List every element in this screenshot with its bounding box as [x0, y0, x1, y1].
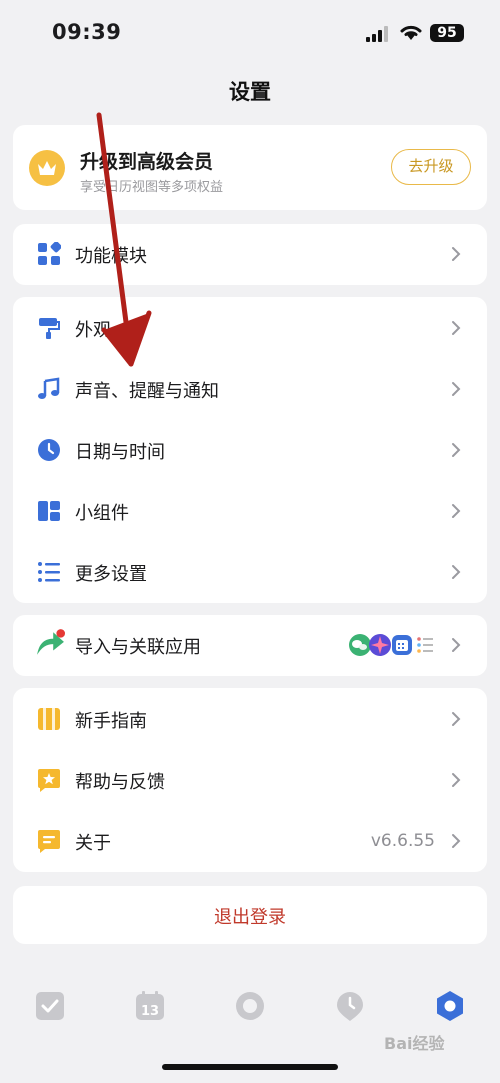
app-version: v6.6.55 — [370, 831, 435, 851]
star-message-icon — [38, 769, 60, 792]
watermark: Bai经验 — [384, 1034, 445, 1053]
share-arrow-icon — [37, 629, 65, 655]
row-label-appearance: 外观 — [75, 320, 111, 341]
chevron-right-icon — [452, 712, 461, 726]
chevron-right-icon — [452, 382, 461, 396]
settings-row-widgets[interactable]: 小组件 — [13, 481, 487, 542]
settings-row-appearance[interactable]: 外观 — [13, 298, 487, 359]
status-time: 09:39 — [52, 20, 122, 44]
chevron-right-icon — [452, 321, 461, 335]
logout-button[interactable]: 退出登录 — [13, 886, 487, 944]
row-label-sound: 声音、提醒与通知 — [75, 381, 219, 402]
battery-indicator: 95 — [430, 24, 464, 42]
tab-settings-hexagon-icon[interactable] — [434, 990, 466, 1022]
wifi-icon — [400, 25, 422, 40]
row-label-more: 更多设置 — [75, 564, 147, 585]
premium-card[interactable]: 升级到高级会员 享受日历视图等多项权益 去升级 — [13, 125, 487, 210]
help-card: 新手指南 帮助与反馈 关于 v6.6.55 — [13, 688, 487, 872]
svg-text:13: 13 — [141, 1004, 159, 1019]
settings-row-more[interactable]: 更多设置 — [13, 542, 487, 603]
list-icon — [38, 562, 60, 582]
row-label-help: 帮助与反馈 — [75, 772, 165, 793]
paint-roller-icon — [39, 318, 60, 339]
settings-row-import[interactable]: 导入与关联应用 — [13, 615, 487, 676]
info-message-icon — [38, 830, 60, 853]
tab-tasks-checkbox-icon[interactable] — [34, 990, 66, 1022]
settings-row-modules[interactable]: 功能模块 — [13, 224, 487, 285]
music-note-icon — [38, 377, 60, 399]
chevron-right-icon — [452, 565, 461, 579]
premium-subtitle: 享受日历视图等多项权益 — [80, 180, 224, 195]
widgets-icon — [38, 501, 60, 521]
tab-bar: 13 — [0, 985, 500, 1035]
row-label-datetime: 日期与时间 — [75, 442, 165, 463]
import-card: 导入与关联应用 — [13, 615, 487, 676]
settings-row-guide[interactable]: 新手指南 — [13, 689, 487, 750]
premium-title: 升级到高级会员 — [80, 151, 214, 173]
modules-card: 功能模块 — [13, 224, 487, 285]
tab-focus-circle-icon[interactable] — [234, 990, 266, 1022]
status-bar: 09:39 95 — [0, 0, 500, 70]
chevron-right-icon — [452, 773, 461, 787]
crown-icon — [29, 150, 65, 186]
settings-row-datetime[interactable]: 日期与时间 — [13, 420, 487, 481]
chevron-right-icon — [452, 834, 461, 848]
settings-row-sound[interactable]: 声音、提醒与通知 — [13, 359, 487, 420]
logout-label: 退出登录 — [214, 907, 286, 928]
tab-clock-pin-icon[interactable] — [334, 990, 366, 1022]
upgrade-button[interactable]: 去升级 — [391, 149, 471, 185]
row-label-widgets: 小组件 — [75, 503, 129, 524]
chevron-right-icon — [452, 638, 461, 652]
settings-card: 外观 声音、提醒与通知 日期与时间 小组件 更多设置 — [13, 297, 487, 603]
book-icon — [38, 708, 60, 730]
row-label-import: 导入与关联应用 — [75, 637, 201, 658]
chevron-right-icon — [452, 247, 461, 261]
chevron-right-icon — [452, 443, 461, 457]
settings-row-help[interactable]: 帮助与反馈 — [13, 750, 487, 811]
row-label-modules: 功能模块 — [75, 246, 147, 267]
grid-icon — [38, 242, 61, 265]
row-label-guide: 新手指南 — [75, 711, 147, 732]
linked-apps-icons — [349, 633, 439, 657]
chevron-right-icon — [452, 504, 461, 518]
tab-calendar-icon[interactable]: 13 — [134, 990, 166, 1022]
clock-icon — [38, 439, 60, 461]
row-label-about: 关于 — [75, 833, 111, 854]
cellular-signal-icon — [366, 26, 388, 42]
settings-row-about[interactable]: 关于 v6.6.55 — [13, 811, 487, 872]
page-title: 设置 — [229, 80, 271, 104]
home-indicator — [162, 1064, 338, 1070]
